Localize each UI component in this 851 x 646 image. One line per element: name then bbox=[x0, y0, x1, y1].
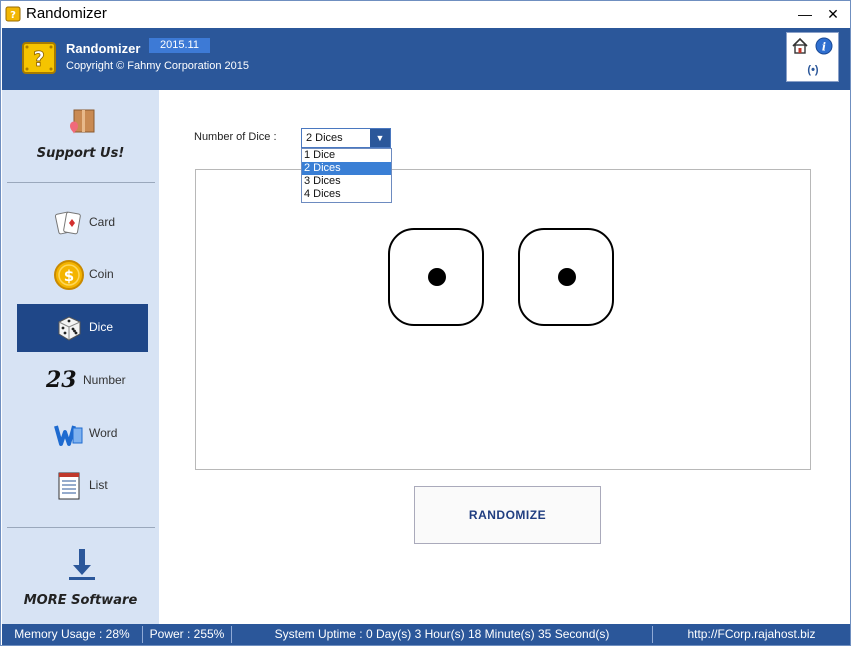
cards-icon bbox=[54, 211, 81, 235]
version-badge: 2015.11 bbox=[149, 38, 210, 53]
download-icon bbox=[69, 549, 95, 580]
dropdown-option[interactable]: 4 Dices bbox=[302, 188, 391, 201]
memory-usage: Memory Usage : 28% bbox=[14, 627, 130, 641]
svg-text:?: ? bbox=[33, 47, 45, 71]
dropdown-option-selected[interactable]: 2 Dices bbox=[302, 162, 391, 175]
nav-label-coin: Coin bbox=[89, 267, 114, 281]
coin-icon: $ bbox=[54, 260, 84, 290]
signal-button[interactable]: (•) bbox=[803, 60, 823, 80]
dice-display-area bbox=[195, 169, 811, 470]
app-name: Randomizer bbox=[66, 41, 141, 56]
close-button[interactable]: ✕ bbox=[818, 1, 848, 27]
main-panel: Number of Dice : 2 Dices ▼ 1 Dice 2 Dice… bbox=[159, 90, 850, 624]
nav-item-number[interactable]: 23 Number bbox=[17, 357, 148, 405]
die-face bbox=[518, 228, 614, 326]
nav-label-list: List bbox=[89, 478, 108, 492]
svg-text:?: ? bbox=[10, 10, 16, 21]
word-icon bbox=[54, 425, 83, 446]
app-window: ? Randomizer — ✕ ? Randomizer 2015.11 Co… bbox=[0, 0, 851, 646]
home-icon bbox=[792, 37, 808, 54]
support-us-label: Support Us! bbox=[36, 146, 125, 161]
chevron-down-icon[interactable]: ▼ bbox=[370, 129, 390, 147]
support-us-button[interactable]: Support Us! bbox=[2, 90, 159, 182]
app-logo-icon: ? bbox=[5, 6, 21, 22]
nav-item-card[interactable]: Card bbox=[17, 199, 148, 247]
dice-count-select[interactable]: 2 Dices ▼ bbox=[301, 128, 391, 148]
nav-item-dice[interactable]: Dice bbox=[17, 304, 148, 352]
die-pip bbox=[428, 268, 446, 286]
dice-count-value: 2 Dices bbox=[306, 132, 343, 144]
nav-item-list[interactable]: List bbox=[17, 462, 148, 510]
divider bbox=[7, 527, 155, 528]
more-software-label: MORE Software bbox=[23, 593, 138, 608]
nav-label-dice: Dice bbox=[89, 320, 114, 334]
die-face bbox=[388, 228, 484, 326]
system-uptime: System Uptime : 0 Day(s) 3 Hour(s) 18 Mi… bbox=[274, 627, 610, 641]
info-icon: i bbox=[815, 37, 833, 55]
dropdown-option[interactable]: 1 Dice bbox=[302, 149, 391, 162]
header-tools: i (•) bbox=[786, 32, 839, 82]
dice-count-dropdown: 1 Dice 2 Dices 3 Dices 4 Dices bbox=[301, 148, 392, 203]
die-pip bbox=[558, 268, 576, 286]
status-bar: Memory Usage : 28% Power : 255% System U… bbox=[2, 624, 850, 645]
divider bbox=[7, 182, 155, 183]
nav-label-number: Number bbox=[83, 373, 126, 387]
copyright-text: Copyright © Fahmy Corporation 2015 bbox=[66, 60, 249, 72]
more-software-button[interactable]: MORE Software bbox=[2, 535, 159, 615]
dice-count-label: Number of Dice : bbox=[194, 131, 277, 143]
info-button[interactable]: i bbox=[814, 36, 834, 56]
gift-box-icon bbox=[70, 109, 95, 134]
title-bar: ? Randomizer — ✕ bbox=[1, 1, 850, 27]
minimize-button[interactable]: — bbox=[790, 1, 820, 27]
number-icon: 23 bbox=[46, 367, 77, 393]
randomize-button[interactable]: RANDOMIZE bbox=[414, 486, 601, 544]
app-header: ? Randomizer 2015.11 Copyright © Fahmy C… bbox=[2, 28, 850, 90]
question-block-logo-icon: ? bbox=[22, 42, 56, 74]
svg-text:$: $ bbox=[64, 267, 74, 285]
website-link[interactable]: http://FCorp.rajahost.biz bbox=[653, 624, 850, 645]
nav-item-coin[interactable]: $ Coin bbox=[17, 251, 148, 299]
sidebar: Support Us! Card $ Coin Dice 23 Number W… bbox=[2, 90, 159, 624]
dice-icon bbox=[58, 316, 81, 341]
power-status: Power : 255% bbox=[149, 627, 225, 641]
nav-item-word[interactable]: Word bbox=[17, 410, 148, 458]
svg-text:i: i bbox=[822, 41, 826, 54]
nav-label-word: Word bbox=[89, 426, 118, 440]
nav-label-card: Card bbox=[89, 215, 116, 229]
list-icon bbox=[58, 472, 80, 500]
home-button[interactable] bbox=[790, 36, 810, 56]
dropdown-option[interactable]: 3 Dices bbox=[302, 175, 391, 188]
window-title: Randomizer bbox=[26, 5, 107, 22]
